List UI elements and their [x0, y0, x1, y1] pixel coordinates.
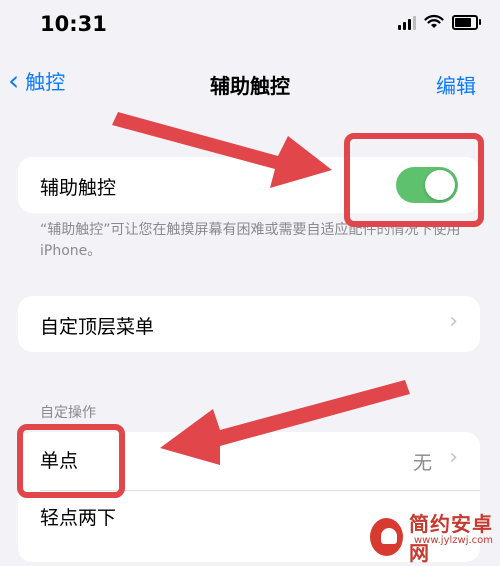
- android-logo-icon: [370, 518, 403, 556]
- watermark-url: www.jylzwj.com: [414, 535, 494, 546]
- watermark: 简约安卓网 www.jylzwj.com: [370, 508, 500, 566]
- arrow-icon: [112, 112, 332, 188]
- annotation-arrows: [112, 112, 410, 465]
- arrow-icon: [160, 380, 410, 465]
